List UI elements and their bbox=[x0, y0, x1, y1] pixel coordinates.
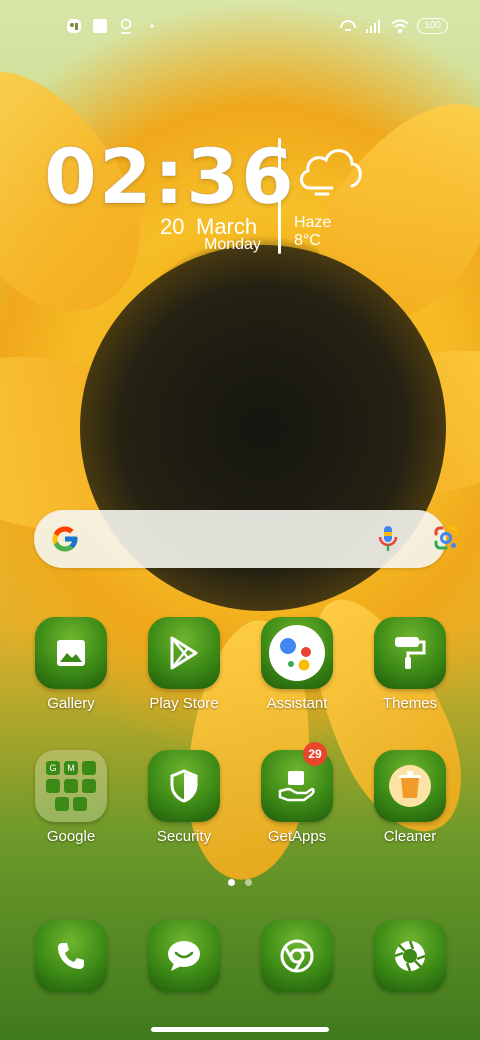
messages-icon bbox=[148, 920, 220, 992]
app-label: Gallery bbox=[47, 695, 95, 712]
app-security[interactable]: Security bbox=[136, 750, 232, 845]
app-themes[interactable]: Themes bbox=[362, 617, 458, 712]
date-weekday: Monday bbox=[204, 236, 261, 253]
app-label: GetApps bbox=[267, 828, 327, 845]
photos-mini-icon bbox=[55, 797, 69, 811]
drive-mini-icon bbox=[64, 779, 78, 793]
widget-divider bbox=[278, 138, 281, 254]
page-indicator[interactable] bbox=[228, 879, 252, 886]
app-label: Google bbox=[46, 828, 96, 845]
files-mini-icon bbox=[73, 797, 87, 811]
chrome-mini-icon bbox=[82, 779, 96, 793]
gmail-mini-icon: G bbox=[46, 761, 60, 775]
google-lens-icon[interactable] bbox=[432, 524, 460, 552]
dot-icon bbox=[144, 18, 160, 34]
folder-google[interactable]: G M Google bbox=[23, 750, 119, 845]
hotspot-icon bbox=[339, 18, 357, 34]
date-day: 20 bbox=[160, 214, 185, 239]
phone-icon bbox=[35, 920, 107, 992]
maps-mini-icon bbox=[82, 761, 96, 775]
paint-roller-icon bbox=[374, 617, 446, 689]
gmail-mini-icon: M bbox=[64, 761, 78, 775]
home-gesture-bar[interactable] bbox=[151, 1027, 329, 1032]
image-icon bbox=[35, 617, 107, 689]
dock-messages[interactable] bbox=[136, 920, 232, 992]
camera-icon bbox=[374, 920, 446, 992]
app-label: Assistant bbox=[266, 695, 328, 712]
wifi-icon bbox=[391, 18, 410, 34]
folder-icon: G M bbox=[35, 750, 107, 822]
weather-temperature: 8°C bbox=[294, 232, 321, 249]
app-label: Cleaner bbox=[383, 828, 437, 845]
page-dot-2[interactable] bbox=[245, 879, 252, 886]
dock-phone[interactable] bbox=[23, 920, 119, 992]
assistant-icon bbox=[261, 617, 333, 689]
notification-badge: 29 bbox=[303, 742, 327, 766]
shield-icon bbox=[148, 750, 220, 822]
dock-chrome[interactable] bbox=[249, 920, 345, 992]
square-notification-icon bbox=[92, 18, 108, 34]
weather-condition: Haze bbox=[294, 214, 332, 231]
app-play-store[interactable]: Play Store bbox=[136, 617, 232, 712]
google-search-bar[interactable] bbox=[34, 510, 458, 568]
app-getapps[interactable]: 29 GetApps bbox=[249, 742, 345, 845]
google-g-icon bbox=[50, 524, 80, 554]
app-label: Play Store bbox=[149, 695, 219, 712]
app-label: Themes bbox=[382, 695, 438, 712]
page-dot-1[interactable] bbox=[228, 879, 235, 886]
cloud-icon[interactable] bbox=[296, 136, 366, 200]
app-cleaner[interactable]: Cleaner bbox=[362, 750, 458, 845]
app-label: Security bbox=[156, 828, 212, 845]
trash-icon bbox=[374, 750, 446, 822]
location-pin-icon bbox=[118, 18, 134, 34]
dock-camera[interactable] bbox=[362, 920, 458, 992]
youtube-mini-icon bbox=[46, 779, 60, 793]
status-bar: 100 bbox=[0, 0, 480, 56]
microphone-icon[interactable] bbox=[376, 524, 400, 554]
clock-time[interactable]: 02:36 bbox=[44, 132, 296, 222]
play-store-icon bbox=[148, 617, 220, 689]
battery-icon: 100 bbox=[417, 18, 448, 34]
chrome-icon bbox=[261, 920, 333, 992]
app-assistant[interactable]: Assistant bbox=[249, 617, 345, 712]
signal-icon bbox=[365, 18, 381, 34]
app-gallery[interactable]: Gallery bbox=[23, 617, 119, 712]
gallery-app-icon bbox=[66, 18, 82, 34]
